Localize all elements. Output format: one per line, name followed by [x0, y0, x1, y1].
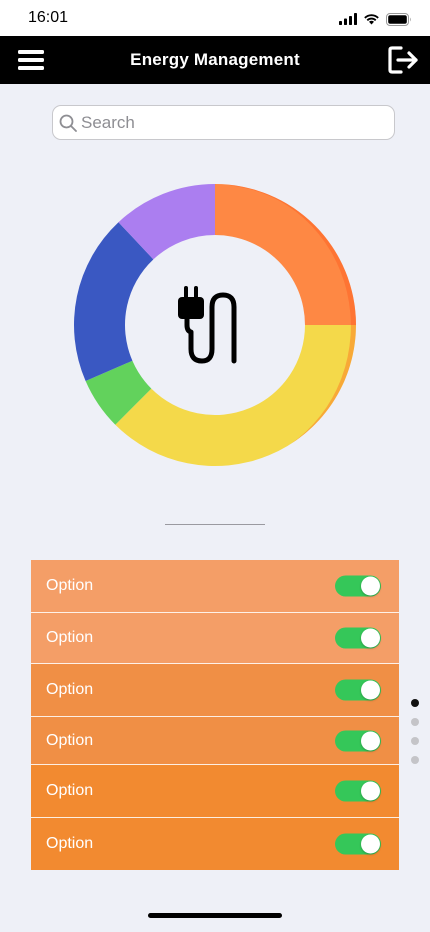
option-label: Option [46, 577, 94, 594]
cellular-signal-icon [339, 13, 357, 25]
page-dot[interactable] [411, 718, 419, 726]
status-icons [339, 11, 412, 27]
home-indicator[interactable] [148, 913, 282, 918]
energy-donut-chart [74, 184, 356, 466]
wifi-icon [364, 14, 379, 25]
divider [165, 524, 265, 525]
toggle-knob [361, 576, 380, 596]
status-bar: 16:01 [0, 0, 430, 36]
option-label: Option [46, 835, 94, 852]
toggle-knob [361, 628, 380, 648]
option-toggle[interactable] [335, 833, 381, 855]
page-title: Energy Management [130, 50, 300, 69]
option-row[interactable]: Option [31, 717, 399, 765]
page-dot[interactable] [411, 699, 419, 707]
option-label: Option [46, 782, 94, 799]
option-toggle[interactable] [335, 679, 381, 701]
logout-button[interactable] [386, 44, 420, 76]
nav-bar: Energy Management [0, 36, 430, 84]
option-toggle[interactable] [335, 780, 381, 802]
options-list: Option Option Option Option Option Option [31, 560, 399, 870]
option-label: Option [46, 629, 94, 646]
option-label: Option [46, 731, 94, 749]
option-label: Option [46, 681, 94, 698]
battery-icon [386, 12, 411, 26]
option-row[interactable]: Option [31, 818, 399, 870]
page-dot[interactable] [411, 737, 419, 745]
option-row[interactable]: Option [31, 664, 399, 717]
option-toggle[interactable] [335, 627, 381, 649]
toggle-knob [361, 781, 380, 801]
search-icon [59, 114, 77, 132]
search-input[interactable] [81, 106, 386, 139]
toggle-knob [361, 731, 380, 750]
search-bar[interactable] [52, 105, 395, 140]
plug-icon [178, 286, 237, 364]
option-row[interactable]: Option [31, 765, 399, 818]
donut-segments [74, 184, 356, 466]
option-row[interactable]: Option [31, 560, 399, 613]
option-toggle[interactable] [335, 730, 381, 751]
toggle-knob [361, 680, 380, 700]
toggle-knob [361, 834, 380, 854]
option-toggle[interactable] [335, 575, 381, 597]
page-indicator [411, 699, 420, 775]
status-time: 16:01 [28, 9, 69, 26]
option-row[interactable]: Option [31, 613, 399, 664]
logout-icon [388, 46, 418, 74]
page-dot[interactable] [411, 756, 419, 764]
